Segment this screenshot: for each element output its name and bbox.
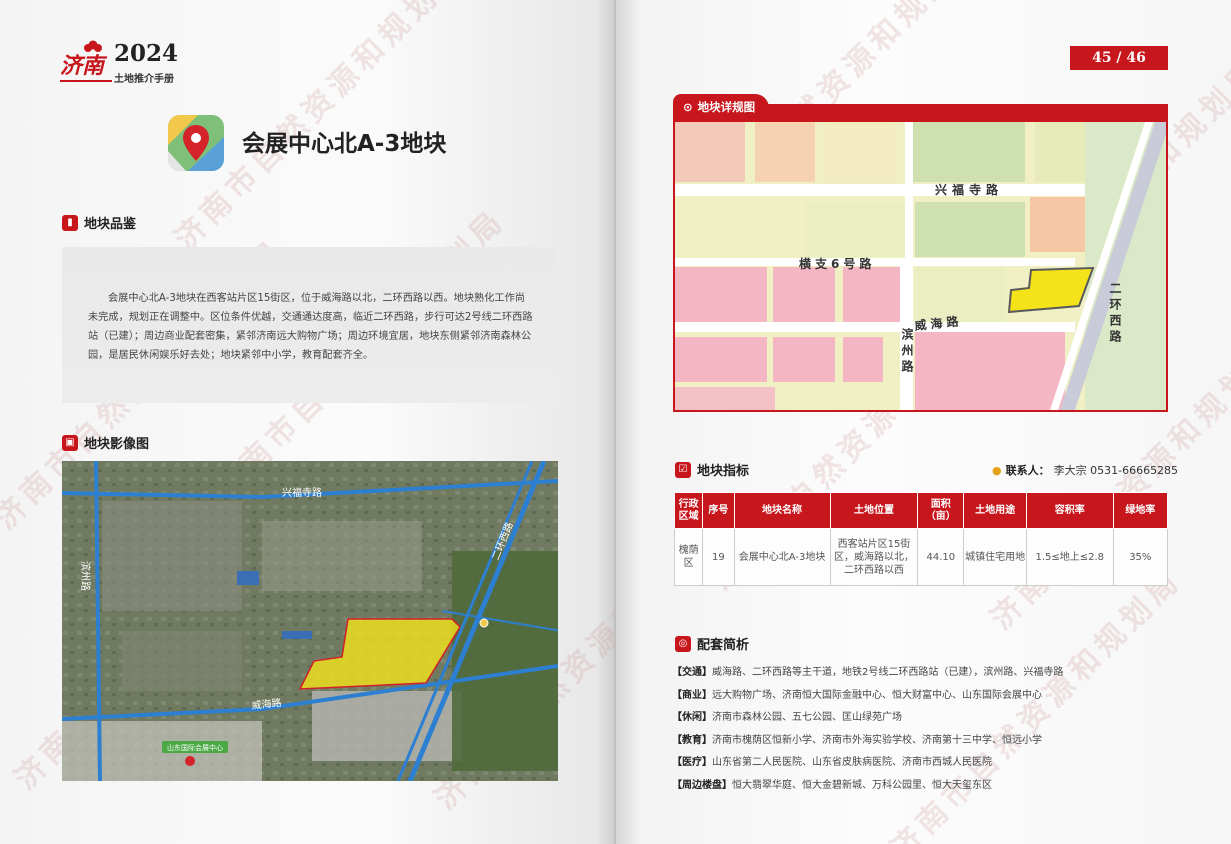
support-text: 济南市森林公园、五七公园、匡山绿苑广场 [712,712,902,724]
location-icon: ◎ [675,635,691,652]
table-cell: 1.5≤地上≤2.8 [1025,528,1114,586]
list-item: 【交通】威海路、二环西路等主干道，地铁2号线二环西路站（已建），滨州路、兴福寺路 [672,662,1063,685]
support-text: 远大购物广场、济南恒大国际金融中心、恒大财富中心、山东国际会展中心 [712,689,1042,701]
indicators-heading-label: 地块指标 [697,464,750,479]
table-cell: 槐荫区 [673,528,704,586]
support-text: 济南市槐荫区恒新小学、济南市外海实验学校、济南第十三中学、恒远小学 [712,734,1042,746]
support-tag: 【交通】 [672,667,712,678]
indicators-table: 行政区域 序号 地块名称 土地位置 面积（亩） 土地用途 容积率 绿地率 槐荫区… [673,492,1169,586]
table-cell: 19 [702,528,735,586]
support-heading: ◎ 配套简析 [675,634,749,653]
image-icon: ▣ [62,434,78,451]
brochure-spread: 济南市自然资源和规划局 济南市自然资源和规划局 济南市自然资源和规划局 济南市自… [0,0,1231,844]
list-item: 【医疗】山东省第二人民医院、山东省皮肤病医院、济南市西城人民医院 [672,752,1063,775]
column-header: 容积率 [1025,492,1114,529]
page-title: 会展中心北A-3地块 [242,131,447,157]
map-label-xingfusi: 兴福寺路 [935,182,1003,197]
table-row: 槐荫区 19 会展中心北A-3地块 西客站片区15街区，威海路以北，二环西路以西… [673,528,1169,586]
support-list: 【交通】威海路、二环西路等主干道，地铁2号线二环西路站（已建），滨州路、兴福寺路… [672,662,1063,798]
column-header: 土地用途 [963,492,1027,529]
support-tag: 【休闲】 [672,712,712,724]
appraisal-heading: ▮ 地块品鉴 [62,213,136,232]
map-label-erhuan: 二环西路 [1108,282,1122,346]
left-page: 济南市自然资源和规划局 济南市自然资源和规划局 济南市自然资源和规划局 济南市自… [0,0,614,844]
table-cell: 35% [1112,528,1169,586]
logo-year: 2024 [114,40,179,67]
support-heading-label: 配套简析 [697,638,750,653]
support-tag: 【周边楼盘】 [672,779,732,791]
road-label-binzhou: 滨州路 [79,561,92,591]
map-pin-icon [168,115,224,171]
contact-value: 李大宗 0531-66665285 [1053,464,1179,477]
page-number: 45 / 46 [1070,46,1168,70]
satellite-heading: ▣ 地块影像图 [62,433,149,452]
map-heading: ⊙ 地块详规图 [673,94,770,120]
support-tag: 【教育】 [672,734,712,746]
location-icon: ⊙ [683,100,693,114]
table-cell: 会展中心北A-3地块 [733,528,831,586]
logo-underline [60,80,112,82]
table-cell: 44.10 [917,528,965,586]
support-tag: 【商业】 [672,689,712,701]
map-label-binzhou: 滨州路 [900,327,914,376]
indicators-heading: ☑ 地块指标 [675,460,749,479]
column-header: 地块名称 [733,492,831,529]
right-page: 济南市自然资源和规划局 济南市自然资源和规划局 济南市自然资源和规划局 济南市自… [616,0,1231,844]
satellite-image: 山东国际会展中心 兴福寺路 滨州路 二环西路 威海路 [62,461,558,781]
column-header: 序号 [702,492,735,529]
map-heading-label: 地块详规图 [697,100,756,114]
road-label-xingfusi: 兴福寺路 [282,486,322,499]
column-header: 土地位置 [829,492,919,529]
book-icon: ▮ [62,214,78,231]
expo-center-label: 山东国际会展中心 [167,743,223,752]
brochure-logo: 济南 2024 土地推介手册 [60,40,200,86]
appraisal-text: 会展中心北A-3地块在西客站片区15街区，位于威海路以北，二环西路以西。地块熟化… [62,247,557,403]
support-text: 威海路、二环西路等主干道，地铁2号线二环西路站（已建），滨州路、兴福寺路 [712,667,1064,678]
list-item: 【休闲】济南市森林公园、五七公园、匡山绿苑广场 [672,707,1063,730]
list-item: 【周边楼盘】恒大翡翠华庭、恒大金碧新城、万科公园里、恒大天玺东区 [672,775,1063,798]
satellite-heading-label: 地块影像图 [84,437,150,452]
support-text: 山东省第二人民医院、山东省皮肤病医院、济南市西城人民医院 [712,757,992,769]
table-cell: 城镇住宅用地 [963,528,1027,586]
map-label-hengzhi: 横支6号路 [799,256,875,271]
list-item: 【教育】济南市槐荫区恒新小学、济南市外海实验学校、济南第十三中学、恒远小学 [672,730,1063,753]
column-header: 绿地率 [1112,492,1169,529]
chart-icon: ☑ [675,461,691,478]
contact-info: ● 联系人： 李大宗 0531-66665285 [992,462,1178,478]
column-header: 面积（亩） [917,492,965,529]
logo-subtitle: 土地推介手册 [114,74,174,85]
detailed-plan-map: 兴福寺路 横支6号路 威海路 滨州路 二环西路 [673,120,1168,412]
appraisal-heading-label: 地块品鉴 [84,217,137,232]
person-icon: ● [992,463,1002,477]
support-tag: 【医疗】 [672,757,712,769]
list-item: 【商业】远大购物广场、济南恒大国际金融中心、恒大财富中心、山东国际会展中心 [672,685,1063,708]
contact-label: 联系人： [1005,464,1050,477]
logo-glyph: 济南 [60,53,105,79]
column-header: 行政区域 [673,492,704,529]
table-cell: 西客站片区15街区，威海路以北，二环西路以西 [829,528,919,586]
table-header-row: 行政区域 序号 地块名称 土地位置 面积（亩） 土地用途 容积率 绿地率 [673,492,1169,529]
support-text: 恒大翡翠华庭、恒大金碧新城、万科公园里、恒大天玺东区 [732,779,992,791]
